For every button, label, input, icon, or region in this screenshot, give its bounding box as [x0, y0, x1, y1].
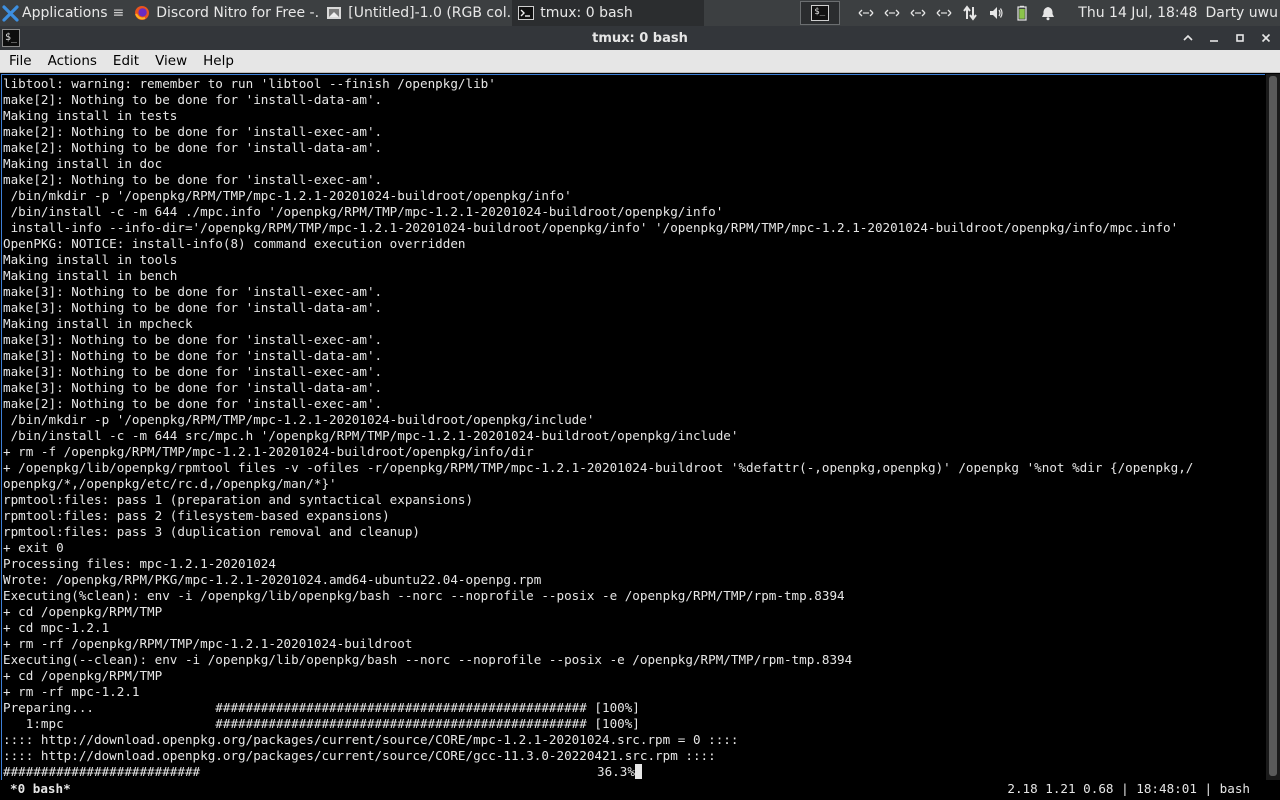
tmux-status-right: 2.18 1.21 0.68 | 18:48:01 | bash: [1007, 781, 1250, 796]
terminal-line: rpmtool:files: pass 2 (filesystem-based …: [3, 508, 390, 523]
user-menu[interactable]: Darty uwu: [1205, 5, 1280, 21]
terminal-line: Making install in tests: [3, 108, 178, 123]
xfce-logo-icon: [2, 4, 19, 22]
network-wired-icon[interactable]: [910, 5, 926, 21]
terminal-line: + rm -rf /openpkg/RPM/TMP/mpc-1.2.1-2020…: [3, 636, 413, 651]
firefox-icon: [134, 5, 150, 21]
terminal-lines: libtool: warning: remember to run 'libto…: [3, 76, 1265, 780]
close-button[interactable]: [1258, 30, 1274, 46]
network-wired-icon[interactable]: [884, 5, 900, 21]
download-progress-percent: 36.3%: [597, 764, 642, 780]
terminal-line: rpmtool:files: pass 3 (duplication remov…: [3, 524, 421, 539]
terminal-line: make[2]: Nothing to be done for 'install…: [3, 124, 383, 139]
terminal-line: make[3]: Nothing to be done for 'install…: [3, 332, 383, 347]
menubar: File Actions Edit View Help: [0, 50, 1280, 73]
terminal-line: make[3]: Nothing to be done for 'install…: [3, 284, 383, 299]
terminal-line: libtool: warning: remember to run 'libto…: [3, 76, 496, 91]
terminal-line: install-info --info-dir='/openpkg/RPM/TM…: [3, 220, 1179, 235]
terminal-line: Executing(%clean): env -i /openpkg/lib/o…: [3, 588, 845, 603]
terminal-line: make[2]: Nothing to be done for 'install…: [3, 172, 383, 187]
terminal-line: Making install in tools: [3, 252, 178, 267]
download-progress-bar: ##########################: [3, 764, 201, 779]
menu-separator-icon: ≡: [112, 5, 125, 21]
terminal-line: :::: http://download.openpkg.org/package…: [3, 732, 739, 747]
menu-actions[interactable]: Actions: [39, 53, 104, 69]
battery-icon[interactable]: [1014, 5, 1030, 21]
terminal-line: + cd /openpkg/RPM/TMP: [3, 668, 163, 683]
terminal-line: + rm -f /openpkg/RPM/TMP/mpc-1.2.1-20201…: [3, 444, 534, 459]
terminal-line: Wrote: /openpkg/RPM/PKG/mpc-1.2.1-202010…: [3, 572, 542, 587]
terminal-line: + exit 0: [3, 540, 64, 555]
terminal-launcher-button[interactable]: $_: [800, 1, 841, 25]
task-label: Discord Nitro for Free -...: [156, 5, 321, 21]
terminal-line: Making install in mpcheck: [3, 316, 193, 331]
terminal-line: make[3]: Nothing to be done for 'install…: [3, 348, 383, 363]
terminal-line: + /openpkg/lib/openpkg/rpmtool files -v …: [3, 460, 1194, 475]
menu-view[interactable]: View: [146, 53, 194, 69]
terminal-output[interactable]: libtool: warning: remember to run 'libto…: [1, 74, 1265, 798]
terminal-launcher-icon: $_: [811, 5, 830, 21]
terminal-icon: [518, 5, 535, 21]
task-label: [Untitled]-1.0 (RGB col...: [348, 5, 513, 21]
terminal-line: make[2]: Nothing to be done for 'install…: [3, 140, 383, 155]
network-transfer-icon[interactable]: [962, 5, 978, 21]
terminal-line: + cd mpc-1.2.1: [3, 620, 110, 635]
window-terminal-icon[interactable]: $_: [2, 29, 20, 47]
network-wired-icon[interactable]: [936, 5, 952, 21]
terminal-line: Making install in doc: [3, 156, 163, 171]
menu-file[interactable]: File: [0, 53, 39, 69]
scrollbar-thumb[interactable]: [1269, 76, 1277, 776]
task-gimp[interactable]: [Untitled]-1.0 (RGB col...: [320, 0, 512, 26]
terminal-line: openpkg/*,/openpkg/etc/rc.d,/openpkg/man…: [3, 476, 337, 491]
terminal-line: + cd /openpkg/RPM/TMP: [3, 604, 163, 619]
terminal-line: + rm -rf mpc-1.2.1: [3, 684, 140, 699]
terminal-line: OpenPKG: NOTICE: install-info(8) command…: [3, 236, 466, 251]
terminal-line: make[2]: Nothing to be done for 'install…: [3, 92, 383, 107]
menu-help[interactable]: Help: [194, 53, 241, 69]
tmux-window-label[interactable]: *0 bash*: [10, 781, 71, 796]
task-label: tmux: 0 bash: [540, 5, 633, 21]
download-progress-line: ########################## 36.3%: [3, 764, 1265, 780]
terminal-line: make[3]: Nothing to be done for 'install…: [3, 364, 383, 379]
terminal-line: 1:mpc ##################################…: [3, 716, 640, 731]
window-shade-icon[interactable]: [1180, 30, 1196, 46]
terminal-line: /bin/mkdir -p '/openpkg/RPM/TMP/mpc-1.2.…: [3, 188, 572, 203]
terminal-line: :::: http://download.openpkg.org/package…: [3, 748, 716, 763]
terminal-cursor: [634, 764, 642, 779]
terminal-line: /bin/install -c -m 644 src/mpc.h '/openp…: [3, 428, 739, 443]
terminal-line: make[3]: Nothing to be done for 'install…: [3, 380, 383, 395]
menu-edit[interactable]: Edit: [104, 53, 146, 69]
terminal-line: rpmtool:files: pass 1 (preparation and s…: [3, 492, 474, 507]
window-title: tmux: 0 bash: [592, 30, 688, 46]
terminal-scrollbar[interactable]: [1266, 74, 1280, 780]
progress-percent-text: 36.3%: [597, 764, 635, 779]
terminal-line: /bin/mkdir -p '/openpkg/RPM/TMP/mpc-1.2.…: [3, 412, 595, 427]
terminal-line: make[3]: Nothing to be done for 'install…: [3, 300, 383, 315]
task-discord-nitro[interactable]: Discord Nitro for Free -...: [128, 0, 320, 26]
minimize-button[interactable]: [1206, 30, 1222, 46]
maximize-button[interactable]: [1232, 30, 1248, 46]
network-wired-icon[interactable]: [858, 5, 874, 21]
window-titlebar[interactable]: $_ tmux: 0 bash: [0, 26, 1280, 50]
terminal-line: /bin/install -c -m 644 ./mpc.info '/open…: [3, 204, 724, 219]
tmux-status-bar: *0 bash* 2.18 1.21 0.68 | 18:48:01 | bas…: [0, 780, 1280, 800]
applications-label: Applications: [22, 5, 108, 21]
terminal-line: Processing files: mpc-1.2.1-20201024: [3, 556, 276, 571]
applications-menu[interactable]: Applications ≡: [0, 0, 128, 26]
gimp-icon: [326, 5, 342, 21]
panel-clock[interactable]: Thu 14 Jul, 18:48: [1078, 5, 1197, 21]
task-tmux[interactable]: tmux: 0 bash: [512, 0, 705, 26]
volume-icon[interactable]: [988, 5, 1004, 21]
terminal-line: Preparing... ###########################…: [3, 700, 640, 715]
terminal-line: Executing(--clean): env -i /openpkg/lib/…: [3, 652, 853, 667]
terminal-line: make[2]: Nothing to be done for 'install…: [3, 396, 383, 411]
system-tray: [858, 0, 1056, 26]
notification-bell-icon[interactable]: [1040, 5, 1056, 21]
terminal-line: Making install in bench: [3, 268, 178, 283]
top-panel: Applications ≡ Discord Nitro for Free -.…: [0, 0, 1280, 26]
